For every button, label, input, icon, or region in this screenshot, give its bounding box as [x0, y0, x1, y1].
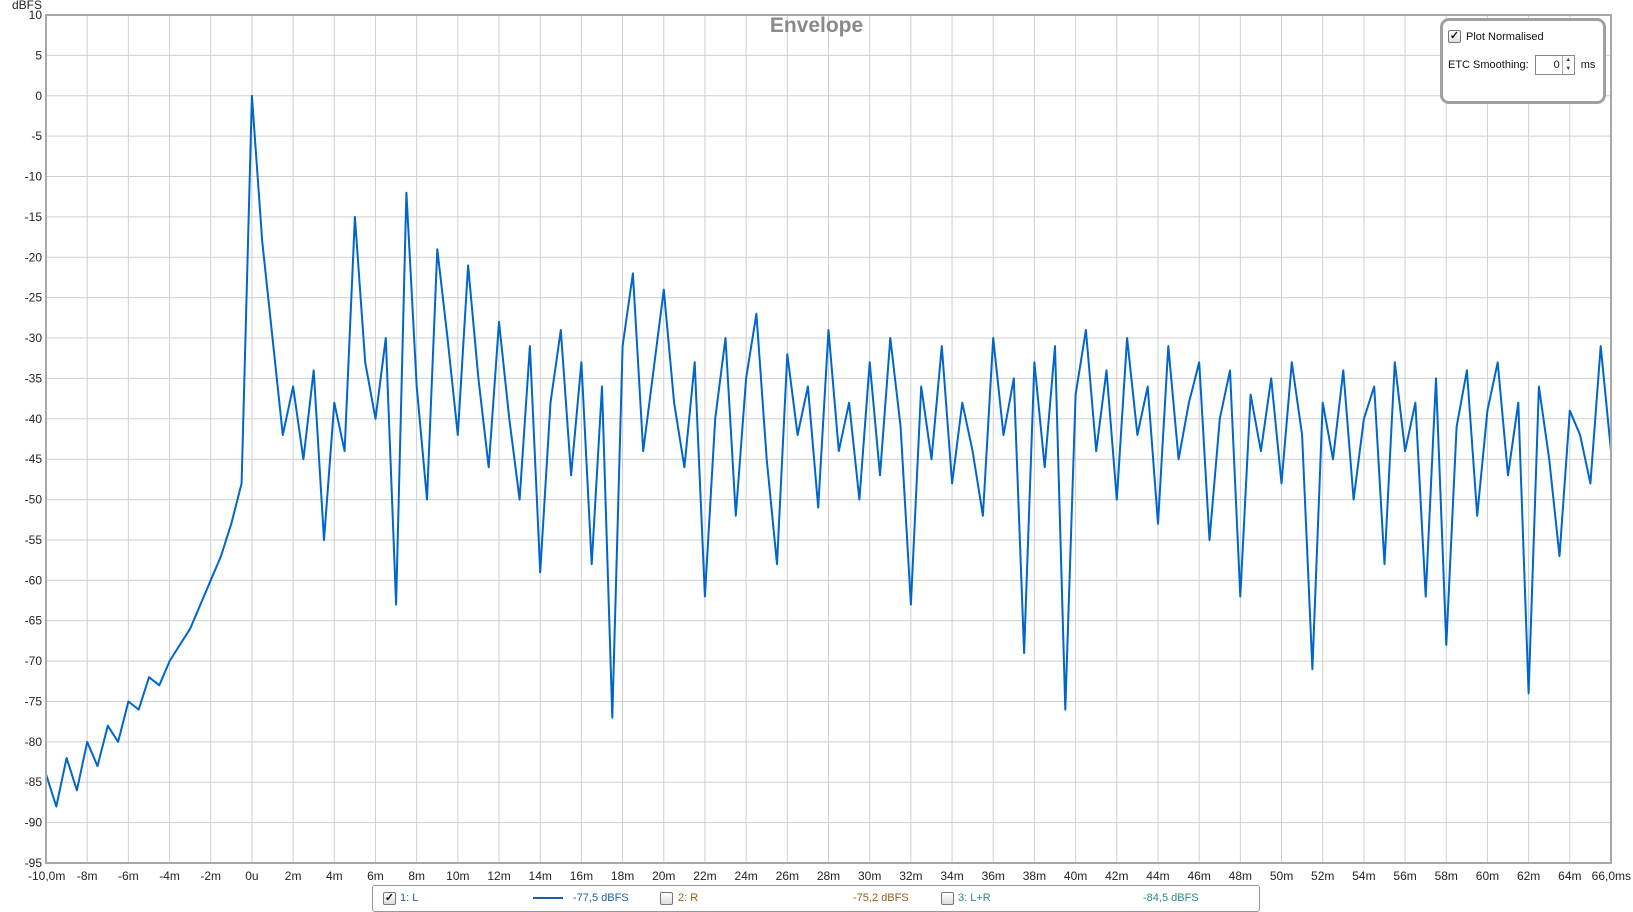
etc-smoothing-spinner[interactable]: 0 ▲ ▼ — [1534, 55, 1575, 75]
x-tick-label: 24m — [734, 869, 757, 883]
envelope-chart: 1050-5-10-15-20-25-30-35-40-45-50-55-60-… — [25, 8, 1631, 883]
x-tick-label: -4m — [159, 869, 180, 883]
y-tick-label: -75 — [25, 694, 43, 708]
y-tick-label: -85 — [25, 775, 43, 789]
y-tick-label: -90 — [25, 816, 43, 830]
plot-normalised-checkbox[interactable]: ✓ Plot Normalised — [1448, 30, 1544, 43]
y-tick-label: -80 — [25, 735, 43, 749]
legend-line-swatch-L — [533, 897, 563, 899]
x-tick-label: 0u — [245, 869, 258, 883]
x-tick-label: 28m — [817, 869, 840, 883]
y-tick-label: -45 — [25, 452, 43, 466]
x-tick-label: 2m — [285, 869, 302, 883]
y-tick-label: -60 — [25, 573, 43, 587]
y-tick-label: -35 — [25, 371, 43, 385]
legend-checkbox-L[interactable]: ✓ — [383, 892, 396, 905]
x-tick-label: 42m — [1105, 869, 1128, 883]
x-tick-label: 20m — [652, 869, 675, 883]
y-tick-label: -20 — [25, 250, 43, 264]
y-tick-label: -55 — [25, 533, 43, 547]
legend-label-L: 1: L — [400, 892, 419, 904]
x-tick-label: 38m — [1023, 869, 1046, 883]
x-tick-label: 60m — [1476, 869, 1499, 883]
x-tick-label: 18m — [611, 869, 634, 883]
y-tick-label: -15 — [25, 210, 43, 224]
x-tick-label: 52m — [1311, 869, 1334, 883]
x-tick-label: 16m — [570, 869, 593, 883]
x-tick-label: 56m — [1393, 869, 1416, 883]
y-axis-label: dBFS — [12, 0, 43, 12]
chart-title: Envelope — [769, 14, 864, 37]
legend: ✓ 1: L -77,5 dBFS 2: R -75,2 dBFS 3: L+R… — [372, 885, 1260, 912]
x-tick-label: 44m — [1146, 869, 1169, 883]
x-tick-label: 66,0ms — [1592, 869, 1631, 883]
y-tick-label: -30 — [25, 331, 43, 345]
x-tick-label: 36m — [982, 869, 1005, 883]
options-panel: ✓ Plot Normalised ETC Smoothing: 0 ▲ ▼ ms — [1440, 18, 1606, 104]
legend-checkbox-R[interactable] — [660, 892, 673, 905]
x-tick-label: 6m — [367, 869, 384, 883]
legend-value-LR: -84,5 dBFS — [1143, 892, 1199, 904]
y-tick-label: -10 — [25, 170, 43, 184]
x-tick-label: 14m — [529, 869, 552, 883]
x-tick-label: 48m — [1229, 869, 1252, 883]
etc-smoothing-row: ETC Smoothing: 0 ▲ ▼ ms — [1448, 55, 1595, 75]
legend-label-R: 2: R — [678, 892, 699, 904]
x-tick-label: 8m — [408, 869, 425, 883]
legend-label-LR: 3: L+R — [958, 892, 991, 904]
y-tick-label: -65 — [25, 614, 43, 628]
x-tick-label: 58m — [1435, 869, 1458, 883]
x-tick-label: 40m — [1064, 869, 1087, 883]
x-tick-label: 64m — [1558, 869, 1581, 883]
y-tick-label: -40 — [25, 412, 43, 426]
y-tick-label: -50 — [25, 493, 43, 507]
x-tick-label: -8m — [77, 869, 98, 883]
x-tick-label: 34m — [940, 869, 963, 883]
etc-smoothing-label: ETC Smoothing: — [1448, 59, 1529, 71]
y-tick-label: -25 — [25, 291, 43, 305]
x-tick-label: 54m — [1352, 869, 1375, 883]
x-tick-label: -10,0m — [28, 869, 65, 883]
legend-value-R: -75,2 dBFS — [853, 892, 909, 904]
x-tick-label: 62m — [1517, 869, 1540, 883]
x-tick-label: 10m — [446, 869, 469, 883]
checkbox-checked-icon[interactable]: ✓ — [1448, 30, 1461, 43]
x-tick-label: 12m — [487, 869, 510, 883]
x-tick-label: 32m — [899, 869, 922, 883]
plot-normalised-label: Plot Normalised — [1466, 30, 1544, 43]
x-tick-label: 30m — [858, 869, 881, 883]
legend-checkbox-LR[interactable] — [941, 892, 954, 905]
etc-smoothing-unit: ms — [1580, 59, 1596, 71]
x-tick-label: 4m — [326, 869, 343, 883]
y-tick-label: -5 — [31, 129, 42, 143]
x-tick-label: 46m — [1187, 869, 1210, 883]
y-tick-label: -70 — [25, 654, 43, 668]
y-tick-label: -95 — [25, 856, 43, 870]
x-tick-label: 50m — [1270, 869, 1293, 883]
legend-value-L: -77,5 dBFS — [573, 892, 629, 904]
x-tick-label: -2m — [200, 869, 221, 883]
x-tick-label: 26m — [776, 869, 799, 883]
x-tick-label: 22m — [693, 869, 716, 883]
y-tick-label: 5 — [35, 48, 42, 62]
y-tick-label: 0 — [35, 89, 42, 103]
etc-smoothing-value[interactable]: 0 — [1554, 59, 1562, 71]
x-tick-label: -6m — [118, 869, 139, 883]
x-axis-ticks: -10,0m -8m -6m -4m -2m 0u 2m 4m 6m 8m 10m 12m 14m 16m… — [28, 869, 1631, 883]
spinner-arrows-icon[interactable]: ▲ ▼ — [1561, 56, 1574, 74]
y-axis-ticks: 1050-5-10-15-20-25-30-35-40-45-50-55-60-… — [25, 8, 43, 870]
